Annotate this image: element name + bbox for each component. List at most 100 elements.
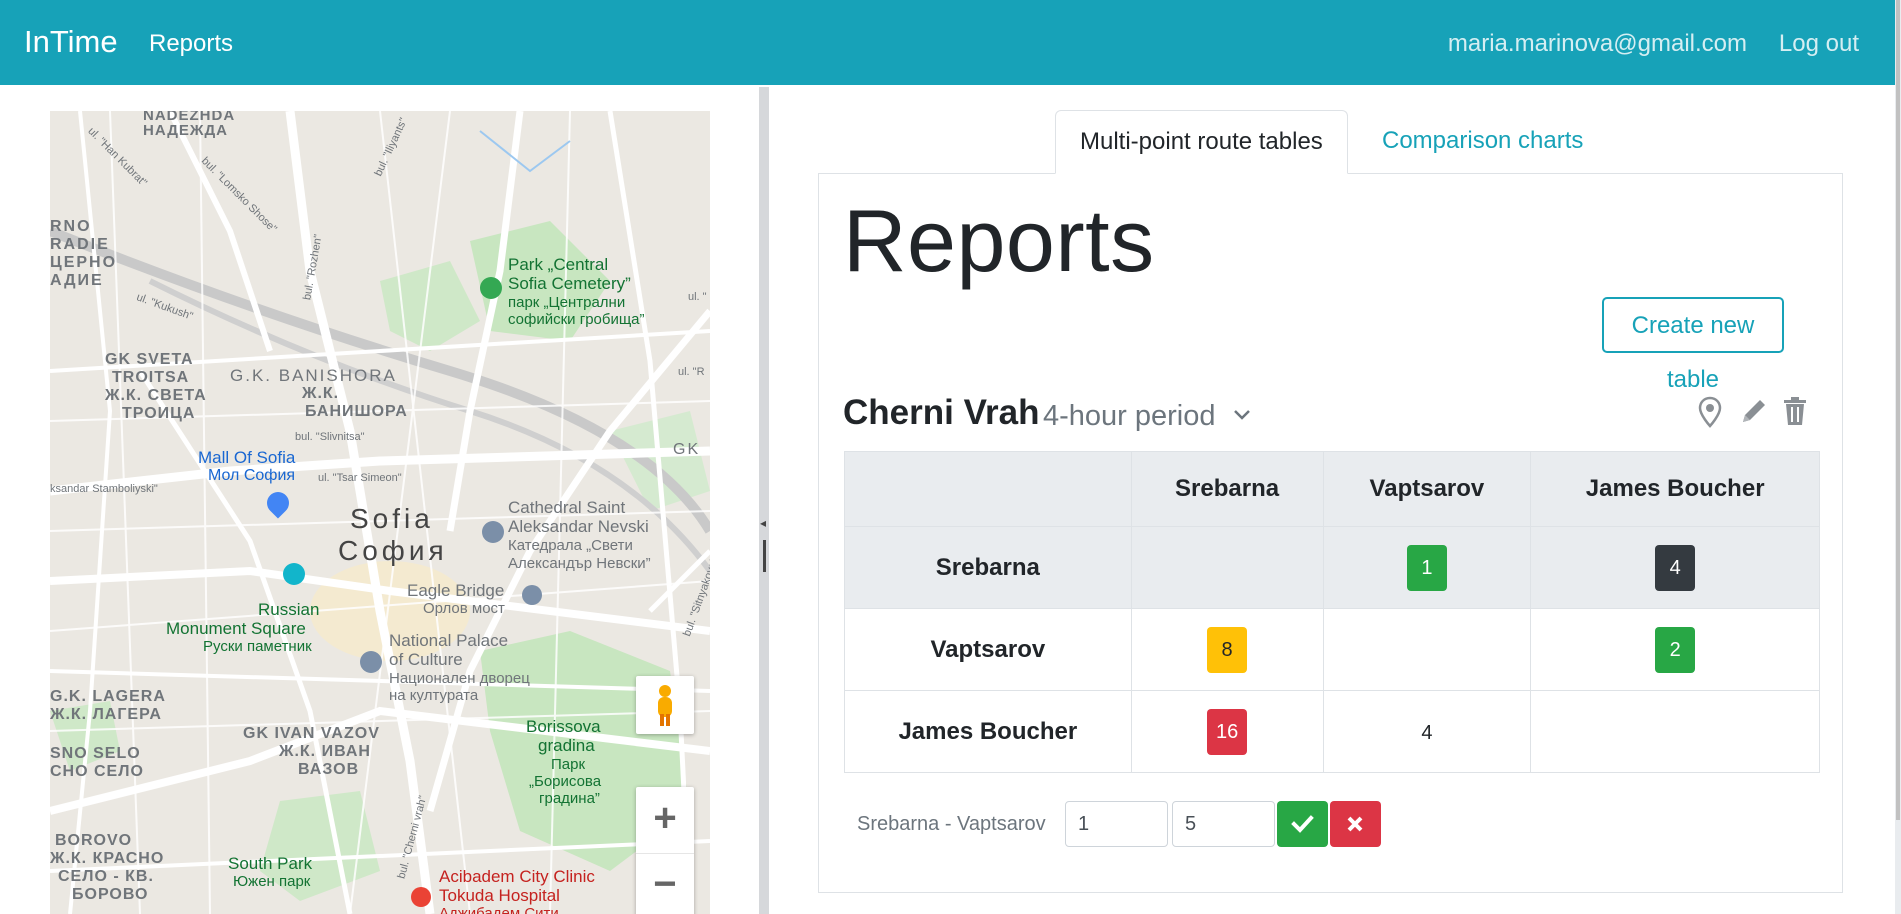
table-cell[interactable]: 2	[1530, 608, 1820, 691]
landmark-marker-icon[interactable]	[522, 585, 542, 605]
table-cell[interactable]: 16	[1130, 690, 1324, 773]
map-label: Александър Невски”	[508, 555, 651, 572]
google-map[interactable]: NADEZHDA НАДЕЖДА RNO RADIE ЦЕРНО АДИЕ GK…	[50, 111, 710, 914]
map-label: G.K. LAGERA	[50, 688, 166, 705]
nav-link-reports[interactable]: Reports	[149, 30, 233, 58]
map-label: Tokuda Hospital	[439, 886, 560, 905]
street-view-pegman-button[interactable]	[636, 676, 694, 734]
table-cell[interactable]: 8	[1130, 608, 1324, 691]
map-label: Ж.К.	[302, 385, 340, 402]
map-label: Руски паметник	[203, 638, 312, 655]
map-label: на културата	[389, 687, 479, 704]
create-new-table-button[interactable]: Create new table	[1602, 297, 1784, 393]
map-label: Aleksandar Nevski	[508, 517, 649, 536]
map-label: Park „Central	[508, 255, 609, 274]
time-badge[interactable]: 8	[1207, 626, 1248, 673]
map-label: BOROVO	[55, 832, 133, 849]
column-header	[844, 451, 1132, 527]
map-label: софийски гробища”	[508, 311, 645, 328]
map-city-label: София	[338, 535, 448, 566]
tab-multi-point-route-tables[interactable]: Multi-point route tables	[1055, 110, 1348, 174]
row-header: Vaptsarov	[844, 608, 1132, 691]
map-label: Ж.К. ИВАН	[279, 743, 371, 760]
logout-link[interactable]: Log out	[1779, 30, 1859, 58]
zoom-out-button[interactable]: −	[636, 853, 694, 914]
table-cell[interactable]	[1322, 608, 1532, 691]
row-header: Srebarna	[844, 526, 1132, 609]
street-label: ul. "R	[678, 366, 705, 378]
map-marker-icon[interactable]	[1698, 396, 1722, 428]
map-label: Национален дворец	[389, 670, 530, 687]
trash-icon[interactable]	[1782, 396, 1808, 426]
map-label: GK SVETA	[105, 351, 194, 368]
map-label: GK	[673, 441, 701, 458]
period-selector[interactable]: 4-hour period	[1043, 400, 1216, 433]
brand-logo[interactable]: InTime	[24, 24, 118, 60]
time-badge[interactable]: 4	[1655, 544, 1696, 591]
map-label: ЦЕРНО	[50, 254, 118, 271]
street-label: bul. "Slivnitsa"	[295, 431, 365, 443]
time-value[interactable]: 4	[1421, 722, 1432, 744]
table-cell[interactable]: 1	[1322, 526, 1532, 609]
time-badge[interactable]: 2	[1655, 626, 1696, 673]
map-label: Орлов мост	[423, 600, 505, 617]
table-cell[interactable]: 4	[1322, 690, 1532, 773]
table-cell[interactable]	[1530, 690, 1820, 773]
zoom-in-button[interactable]: +	[636, 787, 694, 854]
table-cell[interactable]	[1130, 526, 1324, 609]
street-label: ul. "	[688, 291, 707, 303]
map-label: БОРОВО	[72, 886, 149, 903]
map-label: RNO	[50, 218, 92, 235]
table-row: Vaptsarov 8 2	[844, 608, 1820, 691]
from-value-input[interactable]	[1065, 801, 1168, 847]
chevron-down-icon[interactable]	[1232, 404, 1252, 424]
map-label: National Palace	[389, 631, 509, 650]
monument-marker-icon[interactable]	[283, 563, 305, 585]
table-row: James Boucher 16 4	[844, 690, 1820, 773]
cancel-button[interactable]	[1330, 801, 1381, 847]
collapse-arrow-icon[interactable]: ◂	[760, 516, 766, 530]
map-label: СНО СЕЛО	[50, 763, 144, 780]
confirm-button[interactable]	[1277, 801, 1328, 847]
pegman-icon	[658, 685, 672, 726]
page-scrollbar-thumb[interactable]	[1896, 0, 1900, 820]
column-header: James Boucher	[1530, 451, 1820, 527]
map-label: Катедрала „Свети	[508, 537, 633, 554]
map-label: Ж.К. СВЕТА	[105, 387, 207, 404]
map-label: градина”	[539, 790, 600, 807]
landmark-marker-icon[interactable]	[482, 521, 504, 543]
tab-comparison-charts[interactable]: Comparison charts	[1358, 110, 1607, 172]
table-row: Srebarna 1 4	[844, 526, 1820, 609]
map-label: СЕЛО - КВ.	[58, 868, 154, 885]
map-label: Ж.К. ЛАГЕРА	[50, 706, 162, 723]
map-label: GK IVAN VAZOV	[243, 725, 380, 742]
edit-route-label: Srebarna - Vaptsarov	[857, 813, 1046, 835]
park-marker-icon[interactable]	[480, 277, 502, 299]
map-label: Cathedral Saint	[508, 498, 626, 517]
map-label: Eagle Bridge	[407, 581, 505, 600]
user-email-link[interactable]: maria.marinova@gmail.com	[1448, 30, 1747, 58]
time-badge[interactable]: 16	[1207, 708, 1248, 755]
route-matrix-table: Srebarna Vaptsarov James Boucher Srebarn…	[844, 451, 1820, 773]
map-label: БАНИШОРА	[305, 403, 408, 420]
table-cell[interactable]: 4	[1530, 526, 1820, 609]
map-label: ВАЗОВ	[298, 761, 360, 778]
map-city-label: Sofia	[350, 503, 434, 534]
map-label: Sofia Cemetery”	[508, 274, 631, 293]
time-badge[interactable]: 1	[1406, 544, 1447, 591]
street-label: ul. "Tsar Simeon"	[318, 472, 402, 484]
to-value-input[interactable]	[1172, 801, 1275, 847]
map-label: of Culture	[389, 650, 463, 669]
check-icon	[1291, 815, 1314, 833]
map-label: gradina	[538, 736, 595, 755]
landmark-marker-icon[interactable]	[360, 651, 382, 673]
column-header: Vaptsarov	[1322, 451, 1532, 527]
pane-splitter[interactable]	[759, 87, 769, 914]
hospital-marker-icon[interactable]	[411, 887, 431, 907]
splitter-drag-handle[interactable]	[763, 540, 766, 572]
column-header: Srebarna	[1130, 451, 1324, 527]
pencil-icon[interactable]	[1739, 396, 1769, 426]
map-label: „Борисова	[529, 773, 602, 790]
map-label: Южен парк	[233, 873, 311, 890]
map-label: Mall Of Sofia	[198, 448, 296, 467]
